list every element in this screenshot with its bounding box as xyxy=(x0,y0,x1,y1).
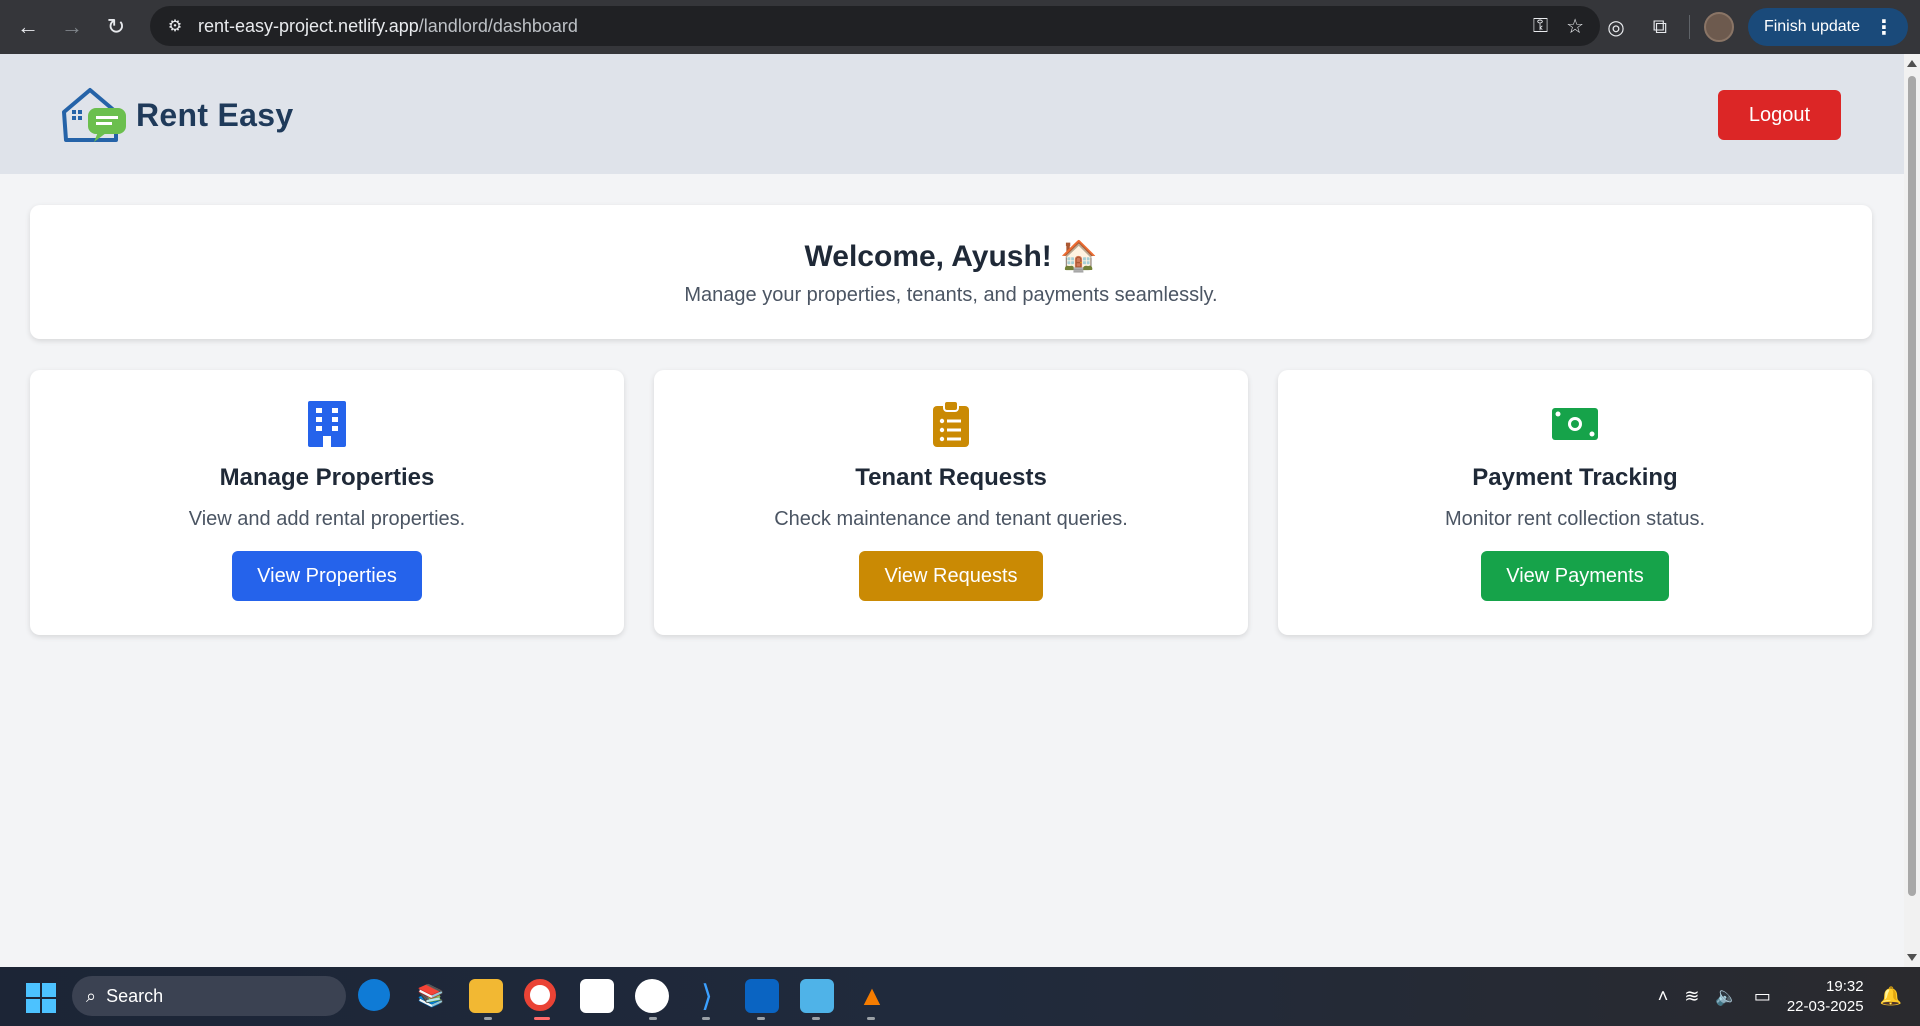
active-indicator xyxy=(534,1017,550,1020)
key-icon[interactable]: ⚿ xyxy=(1533,15,1548,38)
view-properties-button[interactable]: View Properties xyxy=(232,551,422,601)
manage-properties-card: Manage Properties View and add rental pr… xyxy=(30,370,624,635)
url-host: rent-easy-project.netlify.app xyxy=(198,15,419,36)
browser-toolbar: ← → ↻ ⚙ rent-easy-project.netlify.app/la… xyxy=(0,0,1920,54)
card-title: Payment Tracking xyxy=(1472,464,1678,491)
money-bill-icon xyxy=(1551,400,1599,448)
chevron-up-icon[interactable]: ˄ xyxy=(1658,986,1669,1007)
card-title: Manage Properties xyxy=(219,464,435,491)
clock-time: 19:32 xyxy=(1826,977,1864,995)
view-payments-button[interactable]: View Payments xyxy=(1481,551,1669,601)
windows-start-icon[interactable] xyxy=(26,983,56,1013)
brand-name: Rent Easy xyxy=(136,96,294,133)
extension-record-icon[interactable]: ◎ xyxy=(1601,15,1631,40)
welcome-title: Welcome, Ayush! 🏠 xyxy=(804,240,1098,273)
toolbar-divider xyxy=(1688,15,1690,39)
running-indicator xyxy=(702,1017,710,1020)
notepad-icon[interactable] xyxy=(800,979,834,1013)
chrome-browser-icon[interactable] xyxy=(524,979,556,1011)
finish-update-button[interactable]: Finish update ⋮ xyxy=(1747,8,1908,46)
back-arrow-icon[interactable]: ← xyxy=(6,5,50,49)
slack-icon[interactable] xyxy=(635,979,669,1013)
card-description: Monitor rent collection status. xyxy=(1444,508,1706,530)
edge-browser-icon[interactable] xyxy=(358,979,390,1011)
welcome-subtitle: Manage your properties, tenants, and pay… xyxy=(684,284,1218,306)
scroll-thumb[interactable] xyxy=(1908,76,1916,896)
clipboard-list-icon xyxy=(927,400,975,448)
running-indicator xyxy=(812,1017,820,1020)
card-description: Check maintenance and tenant queries. xyxy=(774,508,1128,530)
running-indicator xyxy=(867,1017,875,1020)
reload-icon[interactable]: ↻ xyxy=(94,5,138,49)
windows-taskbar: ⌕ Search 📚 ⟩ ▲ ˄ ≋ 🔈 ▭ 19:32 22-03-2025 … xyxy=(0,967,1920,1026)
microsoft-store-icon[interactable] xyxy=(580,979,614,1013)
page-scrollbar[interactable] xyxy=(1904,54,1920,967)
scroll-up-arrow-icon[interactable] xyxy=(1907,60,1917,67)
welcome-card: Welcome, Ayush! 🏠 Manage your properties… xyxy=(30,205,1872,339)
address-bar[interactable]: ⚙ rent-easy-project.netlify.app/landlord… xyxy=(150,6,1600,46)
taskbar-search-box[interactable]: ⌕ Search xyxy=(72,976,346,1016)
search-icon: ⌕ xyxy=(86,985,97,1006)
scroll-down-arrow-icon[interactable] xyxy=(1907,954,1917,961)
volume-icon[interactable]: 🔈 xyxy=(1715,986,1737,1007)
house-chat-logo-icon xyxy=(62,88,126,142)
clock-date: 22-03-2025 xyxy=(1786,997,1864,1015)
tenant-requests-card: Tenant Requests Check maintenance and te… xyxy=(654,370,1248,635)
view-requests-button[interactable]: View Requests xyxy=(859,551,1043,601)
payment-tracking-card: Payment Tracking Monitor rent collection… xyxy=(1278,370,1872,635)
brand-logo[interactable]: Rent Easy xyxy=(58,84,293,146)
wifi-icon[interactable]: ≋ xyxy=(1684,986,1699,1007)
card-description: View and add rental properties. xyxy=(188,508,466,530)
app-header: Rent Easy Logout xyxy=(0,54,1904,174)
bookmark-star-icon[interactable]: ☆ xyxy=(1566,14,1584,39)
profile-avatar[interactable] xyxy=(1703,12,1734,42)
notifications-icon[interactable]: 🔔 xyxy=(1880,986,1902,1007)
vlc-player-icon[interactable]: ▲ xyxy=(855,979,889,1013)
url-path: /landlord/dashboard xyxy=(418,15,578,36)
forward-arrow-icon[interactable]: → xyxy=(50,5,94,49)
battery-icon[interactable]: ▭ xyxy=(1754,986,1771,1007)
system-clock[interactable]: 19:32 22-03-2025 xyxy=(1787,977,1864,1017)
site-info-icon[interactable]: ⚙ xyxy=(162,13,188,39)
books-app-icon[interactable]: 📚 xyxy=(414,979,448,1013)
system-tray: ˄ ≋ 🔈 ▭ 19:32 22-03-2025 🔔 xyxy=(1658,967,1920,1026)
finish-update-label: Finish update xyxy=(1763,18,1860,35)
building-icon xyxy=(303,400,351,448)
vscode-icon[interactable]: ⟩ xyxy=(690,979,724,1013)
outlook-icon[interactable] xyxy=(745,979,779,1013)
running-indicator xyxy=(484,1017,492,1020)
card-title: Tenant Requests xyxy=(855,464,1047,491)
running-indicator xyxy=(757,1017,765,1020)
extensions-puzzle-icon[interactable]: ⧉ xyxy=(1645,16,1675,39)
logout-button[interactable]: Logout xyxy=(1718,90,1841,140)
url-text[interactable]: rent-easy-project.netlify.app/landlord/d… xyxy=(198,16,578,37)
running-indicator xyxy=(649,1017,657,1020)
page-viewport: Rent Easy Logout Welcome, Ayush! 🏠 Manag… xyxy=(0,54,1904,967)
file-explorer-icon[interactable] xyxy=(469,979,503,1013)
taskbar-search-label: Search xyxy=(106,985,164,1006)
more-menu-icon: ⋮ xyxy=(1874,16,1894,39)
